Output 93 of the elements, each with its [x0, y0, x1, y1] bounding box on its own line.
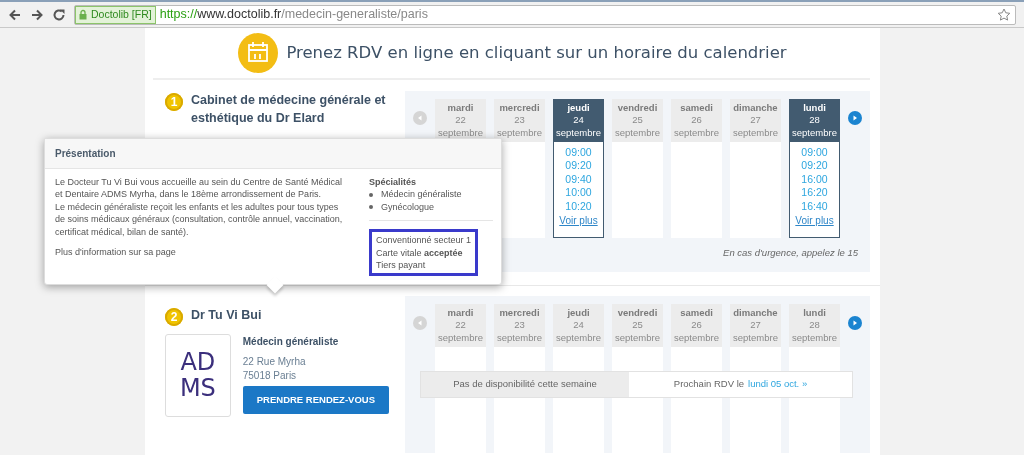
- popover-pointer: [266, 276, 284, 294]
- day-name: samedi: [679, 102, 714, 115]
- see-more-link[interactable]: Voir plus: [559, 215, 598, 227]
- specialties-title: Spécialités: [369, 176, 418, 189]
- day-month: septembre: [437, 331, 484, 345]
- day-date: 23: [513, 114, 526, 127]
- day-month: septembre: [555, 331, 602, 345]
- time-slot-link[interactable]: 16:20: [790, 186, 839, 200]
- day-name: dimanche: [732, 102, 779, 115]
- time-slot-link[interactable]: 09:00: [554, 146, 603, 160]
- day-date: 24: [572, 114, 585, 127]
- practice-name[interactable]: Dr Tu Vi Bui: [191, 306, 262, 325]
- convention-text: Conventionné secteur 1: [376, 234, 472, 247]
- popover-title: Présentation: [45, 139, 501, 169]
- day-month: septembre: [732, 126, 779, 140]
- convention-text: Tiers payant: [376, 259, 427, 272]
- forward-icon[interactable]: [30, 7, 44, 22]
- description-text: Le Docteur Tu Vi Bui vous accueille au sein du Centre de Santé Médical et Dentaire ADMS Myrha, dans le 18ème arrondissement de Paris.: [55, 176, 343, 201]
- day-month: septembre: [614, 331, 661, 345]
- next-week-icon[interactable]: [848, 111, 862, 125]
- day-date: 22: [454, 319, 467, 332]
- more-info-link[interactable]: Plus d'information sur sa page: [55, 246, 345, 259]
- emergency-note: En cas d'urgence, appelez le 15: [723, 246, 858, 261]
- day-date: 25: [631, 114, 644, 127]
- time-slot-link[interactable]: 10:00: [554, 186, 603, 200]
- book-appointment-button[interactable]: PRENDRE RENDEZ-VOUS: [242, 386, 389, 415]
- address-line: 75018 Paris: [242, 368, 298, 382]
- day-name: mardi: [446, 307, 475, 320]
- no-availability-message: Pas de disponibilité cette semaine: [421, 372, 629, 397]
- time-slot-link[interactable]: 09:20: [790, 159, 839, 173]
- day-date: 28: [808, 319, 821, 332]
- day-date: 23: [513, 319, 526, 332]
- day-name: jeudi: [566, 307, 591, 320]
- time-slot-link[interactable]: 16:00: [790, 172, 839, 187]
- day-name: mardi: [446, 102, 475, 115]
- time-slot-link[interactable]: 09:40: [554, 172, 603, 187]
- day-date: 27: [749, 114, 762, 127]
- day-date: 27: [749, 319, 762, 332]
- day-month: septembre: [437, 126, 484, 140]
- convention-text: Carte vitale acceptée: [376, 246, 464, 260]
- time-slot-link[interactable]: 16:40: [790, 199, 839, 214]
- day-name: mercredi: [498, 102, 541, 115]
- day-name: vendredi: [616, 102, 659, 115]
- day-date: 24: [572, 319, 585, 332]
- address-line: 22 Rue Myrha: [242, 355, 307, 369]
- bullet-icon: [369, 205, 373, 209]
- see-more-link[interactable]: Voir plus: [795, 215, 834, 227]
- back-icon[interactable]: [8, 7, 22, 22]
- day-name: vendredi: [616, 307, 659, 320]
- reload-icon[interactable]: [52, 7, 66, 22]
- page-heading: Prenez RDV en ligne en cliquant sur un horaire du calendrier: [286, 41, 787, 64]
- next-week-icon[interactable]: [848, 316, 862, 330]
- clinic-logo: AD MS: [165, 334, 231, 417]
- day-name: dimanche: [732, 307, 779, 320]
- calendar-icon: [238, 33, 279, 73]
- day-name: lundi: [802, 102, 827, 115]
- day-month: septembre: [673, 126, 720, 140]
- day-name: lundi: [802, 307, 827, 320]
- site-name: Doctolib [FR]: [91, 6, 152, 22]
- number-badge: 1: [165, 93, 183, 111]
- day-name: jeudi: [566, 102, 591, 115]
- practice-name[interactable]: Cabinet de médecine générale et esthétique du Dr Elard: [191, 91, 389, 128]
- time-slot-link[interactable]: 09:00: [790, 146, 839, 160]
- day-name: mercredi: [498, 307, 541, 320]
- specialty-label: Médecin généraliste: [242, 335, 340, 349]
- next-appointment-label: Prochain RDV le: [673, 377, 745, 392]
- bookmark-star-icon[interactable]: [997, 7, 1011, 22]
- specialty-item: Médecin généraliste: [381, 188, 462, 201]
- day-month: septembre: [791, 126, 838, 140]
- day-date: 26: [690, 319, 703, 332]
- number-badge: 2: [165, 308, 183, 326]
- day-month: septembre: [673, 331, 720, 345]
- time-slot-link[interactable]: 10:20: [554, 199, 603, 214]
- day-date: 22: [454, 114, 467, 127]
- day-date: 28: [808, 114, 821, 127]
- lock-icon: [79, 9, 87, 20]
- specialty-item: Gynécologue: [381, 200, 435, 214]
- secure-site-badge[interactable]: Doctolib [FR]: [75, 5, 156, 24]
- url-text: https://www.doctolib.fr/medecin-generaliste/paris: [159, 6, 428, 24]
- day-month: septembre: [614, 126, 661, 140]
- day-date: 26: [690, 114, 703, 127]
- description-text: Le médecin généraliste reçoit les enfants et les adultes pour tous types de soins médicaux généraux (consultation, contrôle annuel, vaccination, certificat médical, bilan de santé).: [55, 200, 344, 239]
- day-month: septembre: [791, 331, 838, 345]
- day-month: septembre: [732, 331, 779, 345]
- day-month: septembre: [555, 126, 602, 140]
- day-month: septembre: [496, 331, 543, 345]
- day-date: 25: [631, 319, 644, 332]
- address-bar[interactable]: Doctolib [FR] https://www.doctolib.fr/medecin-generaliste/paris: [74, 4, 1016, 25]
- day-month: septembre: [496, 126, 543, 140]
- day-name: samedi: [679, 307, 714, 320]
- time-slot-link[interactable]: 09:20: [554, 159, 603, 173]
- next-appointment-link[interactable]: lundi 05 oct. »: [748, 377, 808, 392]
- bullet-icon: [369, 192, 373, 197]
